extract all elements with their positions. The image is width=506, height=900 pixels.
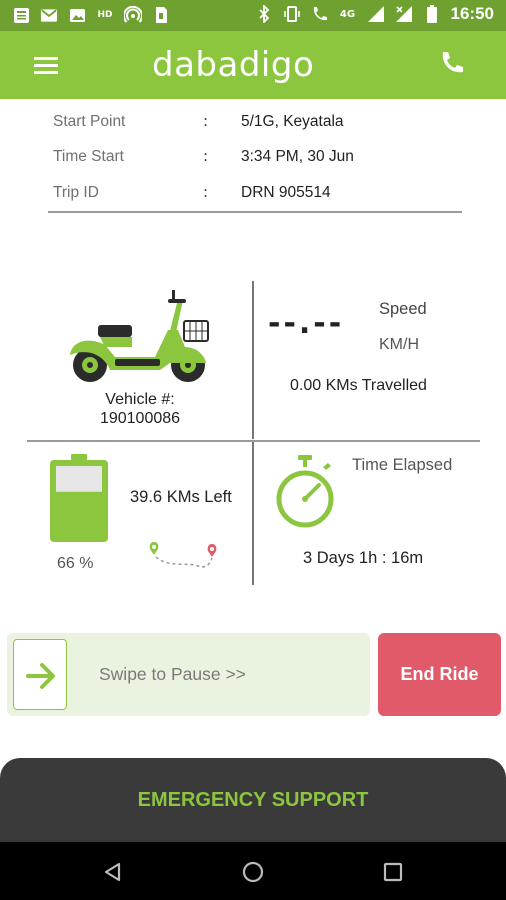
battery-icon [423, 5, 441, 23]
trip-row-start-point: Start Point : 5/1G, Keyatala [53, 108, 458, 138]
4g-signal-icon: 4G [339, 8, 356, 20]
image-icon [68, 6, 86, 24]
hamburger-menu-icon [34, 57, 58, 74]
route-icon [148, 540, 222, 574]
swipe-handle[interactable] [13, 639, 67, 710]
speed-unit: KM/H [379, 336, 419, 353]
wifi-call-icon [311, 5, 329, 23]
trip-label: Start Point [53, 113, 126, 130]
app-bar: dabadigo [0, 31, 506, 99]
vertical-divider-top [252, 281, 254, 439]
home-icon[interactable] [241, 860, 265, 884]
end-ride-button[interactable]: End Ride [378, 633, 501, 716]
time-elapsed-value: 3 Days 1h : 16m [303, 549, 424, 567]
status-time: 16:50 [450, 4, 494, 23]
swipe-text: Swipe to Pause >> [99, 664, 246, 684]
distance-travelled: 0.00 KMs Travelled [290, 377, 427, 394]
speed-value: --.-- [268, 306, 345, 341]
app-logo: dabadigo [152, 41, 352, 89]
sim-icon [152, 6, 170, 24]
emergency-support-button[interactable]: EMERGENCY SUPPORT [0, 758, 506, 842]
bluetooth-icon [255, 5, 273, 23]
trip-value: 3:34 PM, 30 Jun [241, 148, 354, 165]
menu-button[interactable] [30, 49, 64, 81]
swipe-to-pause[interactable]: Swipe to Pause >> [7, 633, 370, 716]
vibrate-icon [283, 5, 301, 23]
mail-icon [40, 6, 58, 24]
signal-icon [367, 5, 385, 23]
battery-icon [48, 454, 110, 544]
time-elapsed-label: Time Elapsed [352, 456, 453, 474]
status-icons-left: HD [12, 6, 170, 24]
hotspot-icon [124, 6, 142, 24]
trip-row-trip-id: Trip ID : DRN 905514 [53, 179, 458, 209]
vehicle-label: Vehicle #: 190100086 [40, 390, 240, 428]
trip-colon: : [203, 112, 209, 130]
call-button[interactable] [436, 47, 468, 79]
signal-x-icon [395, 5, 413, 23]
vertical-divider-bottom [252, 442, 254, 585]
status-bar: HD 4G 16:50 [0, 0, 506, 31]
trip-value: DRN 905514 [241, 184, 331, 201]
stopwatch-icon [274, 455, 336, 531]
status-icons-right: 4G 16:50 [255, 4, 494, 24]
kms-left: 39.6 KMs Left [130, 488, 232, 506]
system-nav-bar [0, 842, 506, 900]
trip-row-time-start: Time Start : 3:34 PM, 30 Jun [53, 143, 458, 173]
news-icon [12, 6, 30, 24]
recents-icon[interactable] [381, 860, 405, 884]
trip-label: Time Start [53, 148, 124, 165]
battery-percent: 66 % [57, 555, 94, 572]
vehicle-caption: Vehicle #: [105, 391, 175, 408]
trip-info: Start Point : 5/1G, Keyatala Time Start … [48, 108, 462, 213]
trip-colon: : [203, 183, 209, 201]
logo-text: dabadigo [152, 45, 315, 85]
trip-label: Trip ID [53, 184, 99, 201]
trip-colon: : [203, 147, 209, 165]
hd-icon: HD [97, 10, 113, 20]
trip-value: 5/1G, Keyatala [241, 113, 344, 130]
arrow-right-icon [26, 663, 55, 689]
vehicle-number: 190100086 [99, 410, 181, 427]
back-icon[interactable] [101, 860, 125, 884]
speed-label: Speed [379, 300, 427, 318]
phone-icon [442, 52, 463, 73]
